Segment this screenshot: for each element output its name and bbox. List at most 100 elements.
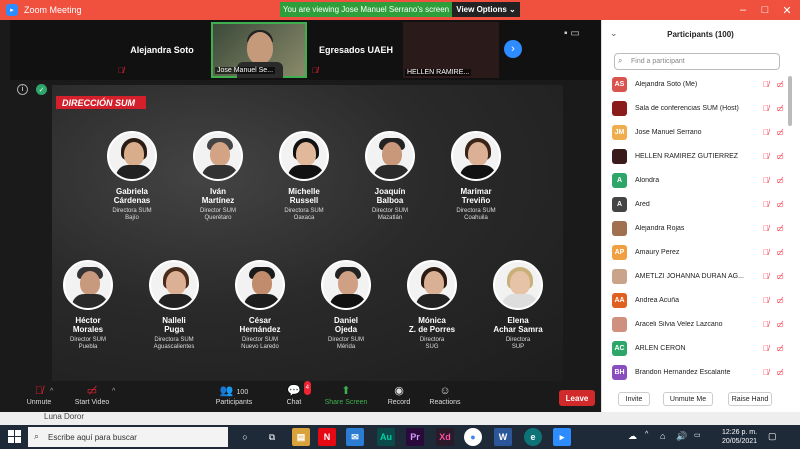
taskbar-search-input[interactable]: Escribe aquí para buscar [28,427,228,447]
weather-icon[interactable]: ☁ [628,431,637,442]
participant-avatar: AS [612,76,627,92]
video-off-icon: ▭̸ [776,175,784,185]
search-icon: ⌕ [618,56,623,65]
minimize-icon[interactable]: – [732,0,754,20]
participant-row[interactable]: A Alondra 🎙̸ ▭̸ [612,168,787,192]
participant-avatar [612,148,627,164]
netflix-icon[interactable]: N [318,428,336,446]
person-role: Director SUM Querétaro [199,208,236,221]
participant-row[interactable]: AA Andrea Acuña 🎙̸ ▭̸ [612,288,787,312]
word-icon[interactable]: W [494,428,512,446]
record-button[interactable]: ◉ Record [386,384,412,406]
person-card: Iván Martínez Director SUM Querétaro [175,131,261,222]
volume-icon[interactable]: 🔊 [676,431,687,442]
info-icon[interactable]: i [17,84,28,95]
participant-row[interactable]: AP Amaury Perez 🎙̸ ▭̸ [612,240,787,264]
video-off-icon: ▭̸ [776,343,784,353]
participant-row[interactable]: AS Alejandra Soto (Me) 🎙̸ ▭̸ [612,72,787,96]
participants-button[interactable]: 👥 100 Participants [210,384,258,406]
video-off-icon: ▭̸ [776,127,784,137]
reactions-button[interactable]: ☺ Reactions [428,384,462,406]
participant-row[interactable]: A Ared 🎙̸ ▭̸ [612,192,787,216]
video-tile[interactable]: HELLEN RAMIRE... [403,22,499,78]
person-photo [407,260,457,310]
participants-scrollbar[interactable] [788,76,792,126]
participants-icon: 👥 100 [219,385,249,397]
notifications-icon[interactable]: ▢ [768,431,777,442]
task-view-icon[interactable]: ⧉ [263,428,281,446]
mic-muted-icon: 🎙̸ [763,223,769,233]
person-name: Héctor Morales [72,316,104,334]
video-tile[interactable]: Alejandra Soto 🎙̸ [114,22,210,78]
start-video-button[interactable]: ▭̸ Start Video [70,384,114,406]
file-explorer-icon[interactable]: ▤ [292,428,310,446]
windows-start-icon[interactable] [8,430,22,444]
participant-row[interactable]: BH Brandon Hernandez Escalante 🎙̸ ▭̸ [612,360,787,384]
mail-icon[interactable]: ✉ [346,428,364,446]
taskbar-clock[interactable]: 12:26 p. m. 20/05/2021 [722,428,757,446]
person-card: Marimar Treviño Directora SUM Coahuila [433,131,519,222]
video-off-icon: ▭̸ [776,319,784,329]
video-off-icon: ▭̸ [776,199,784,209]
invite-button[interactable]: Invite [618,392,650,406]
participant-row[interactable]: AMETLZI JOHANNA DURAN AG... 🎙̸ ▭̸ [612,264,787,288]
viewing-banner: You are viewing Jose Manuel Serrano's sc… [280,2,520,17]
zoom-taskbar-icon[interactable]: ▸ [553,428,571,446]
participant-row[interactable]: AC ARLEN CERON 🎙̸ ▭̸ [612,336,787,360]
participant-name: Alondra [635,176,660,184]
participant-avatar: BH [612,364,627,380]
battery-icon[interactable]: ▭ [694,431,701,439]
view-options-button[interactable]: View Options ⌄ [452,2,520,17]
chat-badge: 4 [303,381,311,395]
chat-button[interactable]: 💬 4 Chat [282,381,311,406]
person-role: Directora SUM Coahuila [456,208,496,221]
meeting-toolbar: 🎙̸ Unmute ^ ▭̸ Start Video ^ 👥 100 Parti… [10,381,601,412]
layout-controls[interactable]: ▪ ▭ [564,28,580,39]
participant-row[interactable]: JM Jose Manuel Serrano 🎙̸ ▭̸ [612,120,787,144]
share-screen-button[interactable]: ⬆ Share Screen [324,384,368,406]
participant-avatar: AA [612,292,627,308]
chrome-icon[interactable]: ● [464,428,482,446]
participant-row[interactable]: Alejandra Rojas 🎙̸ ▭̸ [612,216,787,240]
video-options-chevron-icon[interactable]: ^ [112,388,115,395]
audition-icon[interactable]: Au [377,428,395,446]
tile-name: Egresados UAEH [318,45,394,55]
background-window: Luna Doror [0,412,800,425]
raise-hand-button[interactable]: Raise Hand [728,392,772,406]
person-name: César Hernández [239,316,281,334]
cortana-icon[interactable]: ○ [236,428,254,446]
audio-options-chevron-icon[interactable]: ^ [50,388,53,395]
participant-row[interactable]: Araceli Silvia Velez Lazcano 🎙̸ ▭̸ [612,312,787,336]
video-tile[interactable]: Egresados UAEH 🎙̸ [308,22,404,78]
mic-muted-icon: 🎙̸ [763,175,769,185]
participant-search-input[interactable]: Find a participant [614,53,780,70]
person-name: Iván Martínez [201,187,235,205]
person-card: Joaquín Balboa Director SUM Mazatlán [347,131,433,222]
mic-muted-icon: 🎙̸ [763,295,769,305]
participant-name: ARLEN CERON [635,344,686,352]
tile-name: HELLEN RAMIRE... [405,69,472,76]
edge-icon[interactable]: e [524,428,542,446]
tile-name: Jose Manuel Se... [215,67,276,74]
video-tile-active-speaker[interactable]: Jose Manuel Se... [211,22,307,78]
participant-name: Ared [635,200,650,208]
chat-label: Chat [286,399,302,406]
next-page-arrow-icon[interactable]: › [504,40,522,58]
leave-button[interactable]: Leave [559,390,595,406]
network-icon[interactable]: ⌂ [660,431,665,441]
premiere-icon[interactable]: Pr [406,428,424,446]
participant-row[interactable]: HELLEN RAMIREZ GUTIERREZ 🎙̸ ▭̸ [612,144,787,168]
tile-name: Alejandra Soto [130,45,194,55]
participant-name: Alejandra Soto (Me) [635,80,698,88]
close-icon[interactable]: ✕ [776,0,798,20]
shield-icon[interactable]: ✓ [36,84,47,95]
video-off-icon: ▭̸ [776,151,784,161]
unmute-me-button[interactable]: Unmute Me [663,392,713,406]
mic-muted-icon: 🎙̸ [763,103,769,113]
maximize-icon[interactable]: □ [754,0,776,20]
person-role: Directora SUM Aguascalientes [153,337,195,350]
adobe-xd-icon[interactable]: Xd [436,428,454,446]
tray-chevron-icon[interactable]: ^ [645,431,648,438]
participant-row[interactable]: Sala de conferencias SUM (Host) 🎙̸ ▭̸ [612,96,787,120]
participant-name: Araceli Silvia Velez Lazcano [635,320,723,328]
